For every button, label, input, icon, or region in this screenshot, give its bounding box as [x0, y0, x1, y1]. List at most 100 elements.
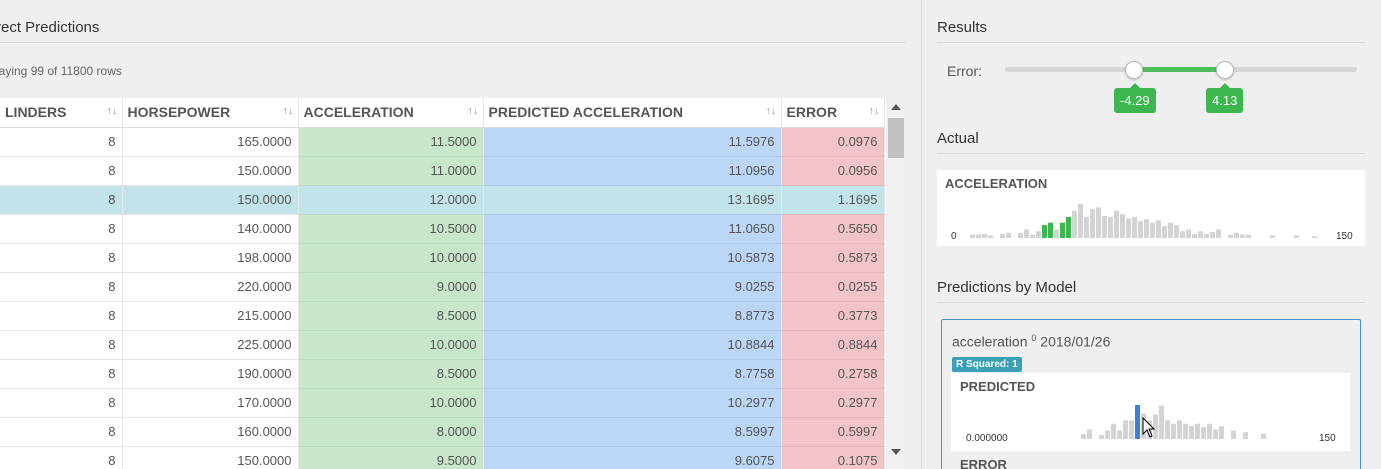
- column-header-error[interactable]: ERROR ↑↓: [781, 98, 885, 128]
- table-row[interactable]: 8 170.0000 10.0000 10.2977 0.2977: [0, 388, 885, 418]
- cell-cylinders: 8: [0, 272, 123, 302]
- error-range-min-value: -4.29: [1114, 83, 1156, 113]
- actual-histogram-bar: [1150, 222, 1155, 238]
- column-header-predicted-acceleration[interactable]: PREDICTED ACCELERATION ↑↓: [483, 98, 782, 128]
- cell-predicted-acceleration: 8.7758: [483, 359, 782, 389]
- actual-histogram-bar: [1204, 233, 1209, 238]
- actual-histogram-bar: [1096, 207, 1101, 238]
- cell-horsepower: 165.0000: [122, 127, 299, 157]
- actual-histogram-bar: [982, 233, 987, 238]
- table-row[interactable]: 8 150.0000 9.5000 9.6075 0.1075: [0, 446, 885, 469]
- predictions-divider: [937, 302, 1365, 303]
- cell-cylinders: 8: [0, 330, 123, 360]
- column-header-label: PREDICTED ACCELERATION: [488, 104, 683, 121]
- cell-acceleration: 8.0000: [298, 417, 484, 447]
- actual-histogram-bar: [1114, 210, 1119, 238]
- cell-predicted-acceleration: 9.0255: [483, 272, 782, 302]
- table-row[interactable]: 8 198.0000 10.0000 10.5873 0.5873: [0, 243, 885, 273]
- table-row[interactable]: 8 165.0000 11.5000 11.5976 0.0976: [0, 127, 885, 157]
- actual-histogram-bar: [1000, 233, 1005, 238]
- mouse-cursor-icon: [1142, 417, 1156, 438]
- table-row[interactable]: 8 215.0000 8.5000 8.8773 0.3773: [0, 301, 885, 331]
- actual-histogram-bar: [1018, 232, 1023, 238]
- actual-axis-max: 150: [1336, 231, 1353, 242]
- table-header-row: LINDERS ↑↓ HORSEPOWER ↑↓ ACCELERATION ↑↓ PR…: [0, 98, 885, 128]
- cell-acceleration: 10.0000: [298, 243, 484, 273]
- error-range-max-handle[interactable]: [1216, 61, 1234, 79]
- actual-histogram-bar: [1180, 231, 1185, 238]
- table-scrollbar[interactable]: [886, 98, 906, 469]
- table-body: 8 165.0000 11.5000 11.5976 0.0976 8 150.0000 11…: [0, 127, 885, 469]
- actual-histogram-bar: [1108, 216, 1113, 238]
- actual-histogram-bar: [1270, 235, 1275, 238]
- cell-error: 0.0956: [781, 156, 885, 186]
- actual-histogram-bar: [1042, 225, 1047, 238]
- scroll-up-arrow-icon[interactable]: [891, 104, 901, 110]
- sort-icon[interactable]: ↑↓: [468, 105, 479, 117]
- cell-predicted-acceleration: 10.8844: [483, 330, 782, 360]
- table-row[interactable]: 8 150.0000 11.0000 11.0956 0.0956: [0, 156, 885, 186]
- predicted-histogram-card: PREDICTED 0.000000 150: [951, 373, 1350, 451]
- cell-horsepower: 150.0000: [122, 156, 299, 186]
- sort-icon[interactable]: ↑↓: [283, 105, 294, 117]
- sort-icon[interactable]: ↑↓: [766, 105, 777, 117]
- cell-cylinders: 8: [0, 301, 123, 331]
- table-row[interactable]: 8 225.0000 10.0000 10.8844 0.8844: [0, 330, 885, 360]
- actual-histogram-bar: [1174, 225, 1179, 238]
- column-header-cylinders[interactable]: LINDERS ↑↓: [0, 98, 123, 128]
- cell-acceleration: 8.5000: [298, 359, 484, 389]
- cell-horsepower: 150.0000: [122, 185, 299, 215]
- table-row[interactable]: 8 220.0000 9.0000 9.0255 0.0255: [0, 272, 885, 302]
- actual-histogram[interactable]: [937, 170, 1365, 246]
- r-squared-badge: R Squared: 1: [952, 357, 1022, 372]
- actual-histogram-bar: [1036, 231, 1041, 238]
- predicted-histogram-bar: [1123, 420, 1128, 439]
- actual-histogram-bar: [976, 234, 981, 238]
- cell-cylinders: 8: [0, 417, 123, 447]
- cell-horsepower: 190.0000: [122, 359, 299, 389]
- error-range-label: Error:: [947, 63, 982, 79]
- scrollbar-thumb[interactable]: [888, 118, 904, 158]
- predicted-histogram-bar: [1105, 430, 1110, 439]
- actual-histogram-bar: [988, 235, 993, 238]
- cell-predicted-acceleration: 10.2977: [483, 388, 782, 418]
- cell-predicted-acceleration: 11.0956: [483, 156, 782, 186]
- actual-histogram-bar: [1156, 220, 1161, 238]
- sort-icon[interactable]: ↑↓: [869, 105, 880, 117]
- error-histogram-label: ERROR: [960, 457, 1007, 469]
- cell-error: 0.5873: [781, 243, 885, 273]
- column-header-label: ACCELERATION: [303, 104, 414, 121]
- cell-cylinders: 8: [0, 185, 123, 215]
- cell-predicted-acceleration: 8.8773: [483, 301, 782, 331]
- table-row[interactable]: 8 150.0000 12.0000 13.1695 1.1695: [0, 185, 885, 215]
- error-range-min-handle[interactable]: [1125, 61, 1143, 79]
- column-header-horsepower[interactable]: HORSEPOWER ↑↓: [122, 98, 299, 128]
- model-card[interactable]: acceleration 0 2018/01/26 R Squared: 1 P…: [941, 319, 1361, 469]
- predicted-histogram-bar: [1117, 430, 1122, 439]
- predicted-histogram-bar: [1087, 429, 1092, 439]
- predicted-histogram[interactable]: [951, 373, 1350, 451]
- actual-histogram-bar: [1162, 226, 1167, 238]
- cell-cylinders: 8: [0, 388, 123, 418]
- cell-error: 1.1695: [781, 185, 885, 215]
- actual-histogram-bar: [1120, 214, 1125, 238]
- scroll-down-arrow-icon[interactable]: [891, 449, 901, 455]
- column-header-acceleration[interactable]: ACCELERATION ↑↓: [298, 98, 484, 128]
- table-row[interactable]: 8 190.0000 8.5000 8.7758 0.2758: [0, 359, 885, 389]
- column-header-label: HORSEPOWER: [127, 104, 231, 121]
- table-row[interactable]: 8 140.0000 10.5000 11.0650 0.5650: [0, 214, 885, 244]
- cell-horsepower: 170.0000: [122, 388, 299, 418]
- actual-histogram-bar: [1246, 234, 1251, 238]
- cell-error: 0.2758: [781, 359, 885, 389]
- actual-histogram-bar: [1102, 215, 1107, 238]
- column-header-label: ERROR: [786, 104, 838, 121]
- sort-icon[interactable]: ↑↓: [107, 105, 118, 117]
- results-title: Results: [937, 19, 988, 36]
- actual-histogram-bar: [1048, 222, 1053, 238]
- predicted-histogram-bar: [1081, 433, 1086, 439]
- actual-histogram-bar: [1216, 229, 1221, 238]
- cell-horsepower: 150.0000: [122, 446, 299, 469]
- model-title: acceleration 0 2018/01/26: [952, 333, 1110, 350]
- cell-error: 0.8844: [781, 330, 885, 360]
- table-row[interactable]: 8 160.0000 8.0000 8.5997 0.5997: [0, 417, 885, 447]
